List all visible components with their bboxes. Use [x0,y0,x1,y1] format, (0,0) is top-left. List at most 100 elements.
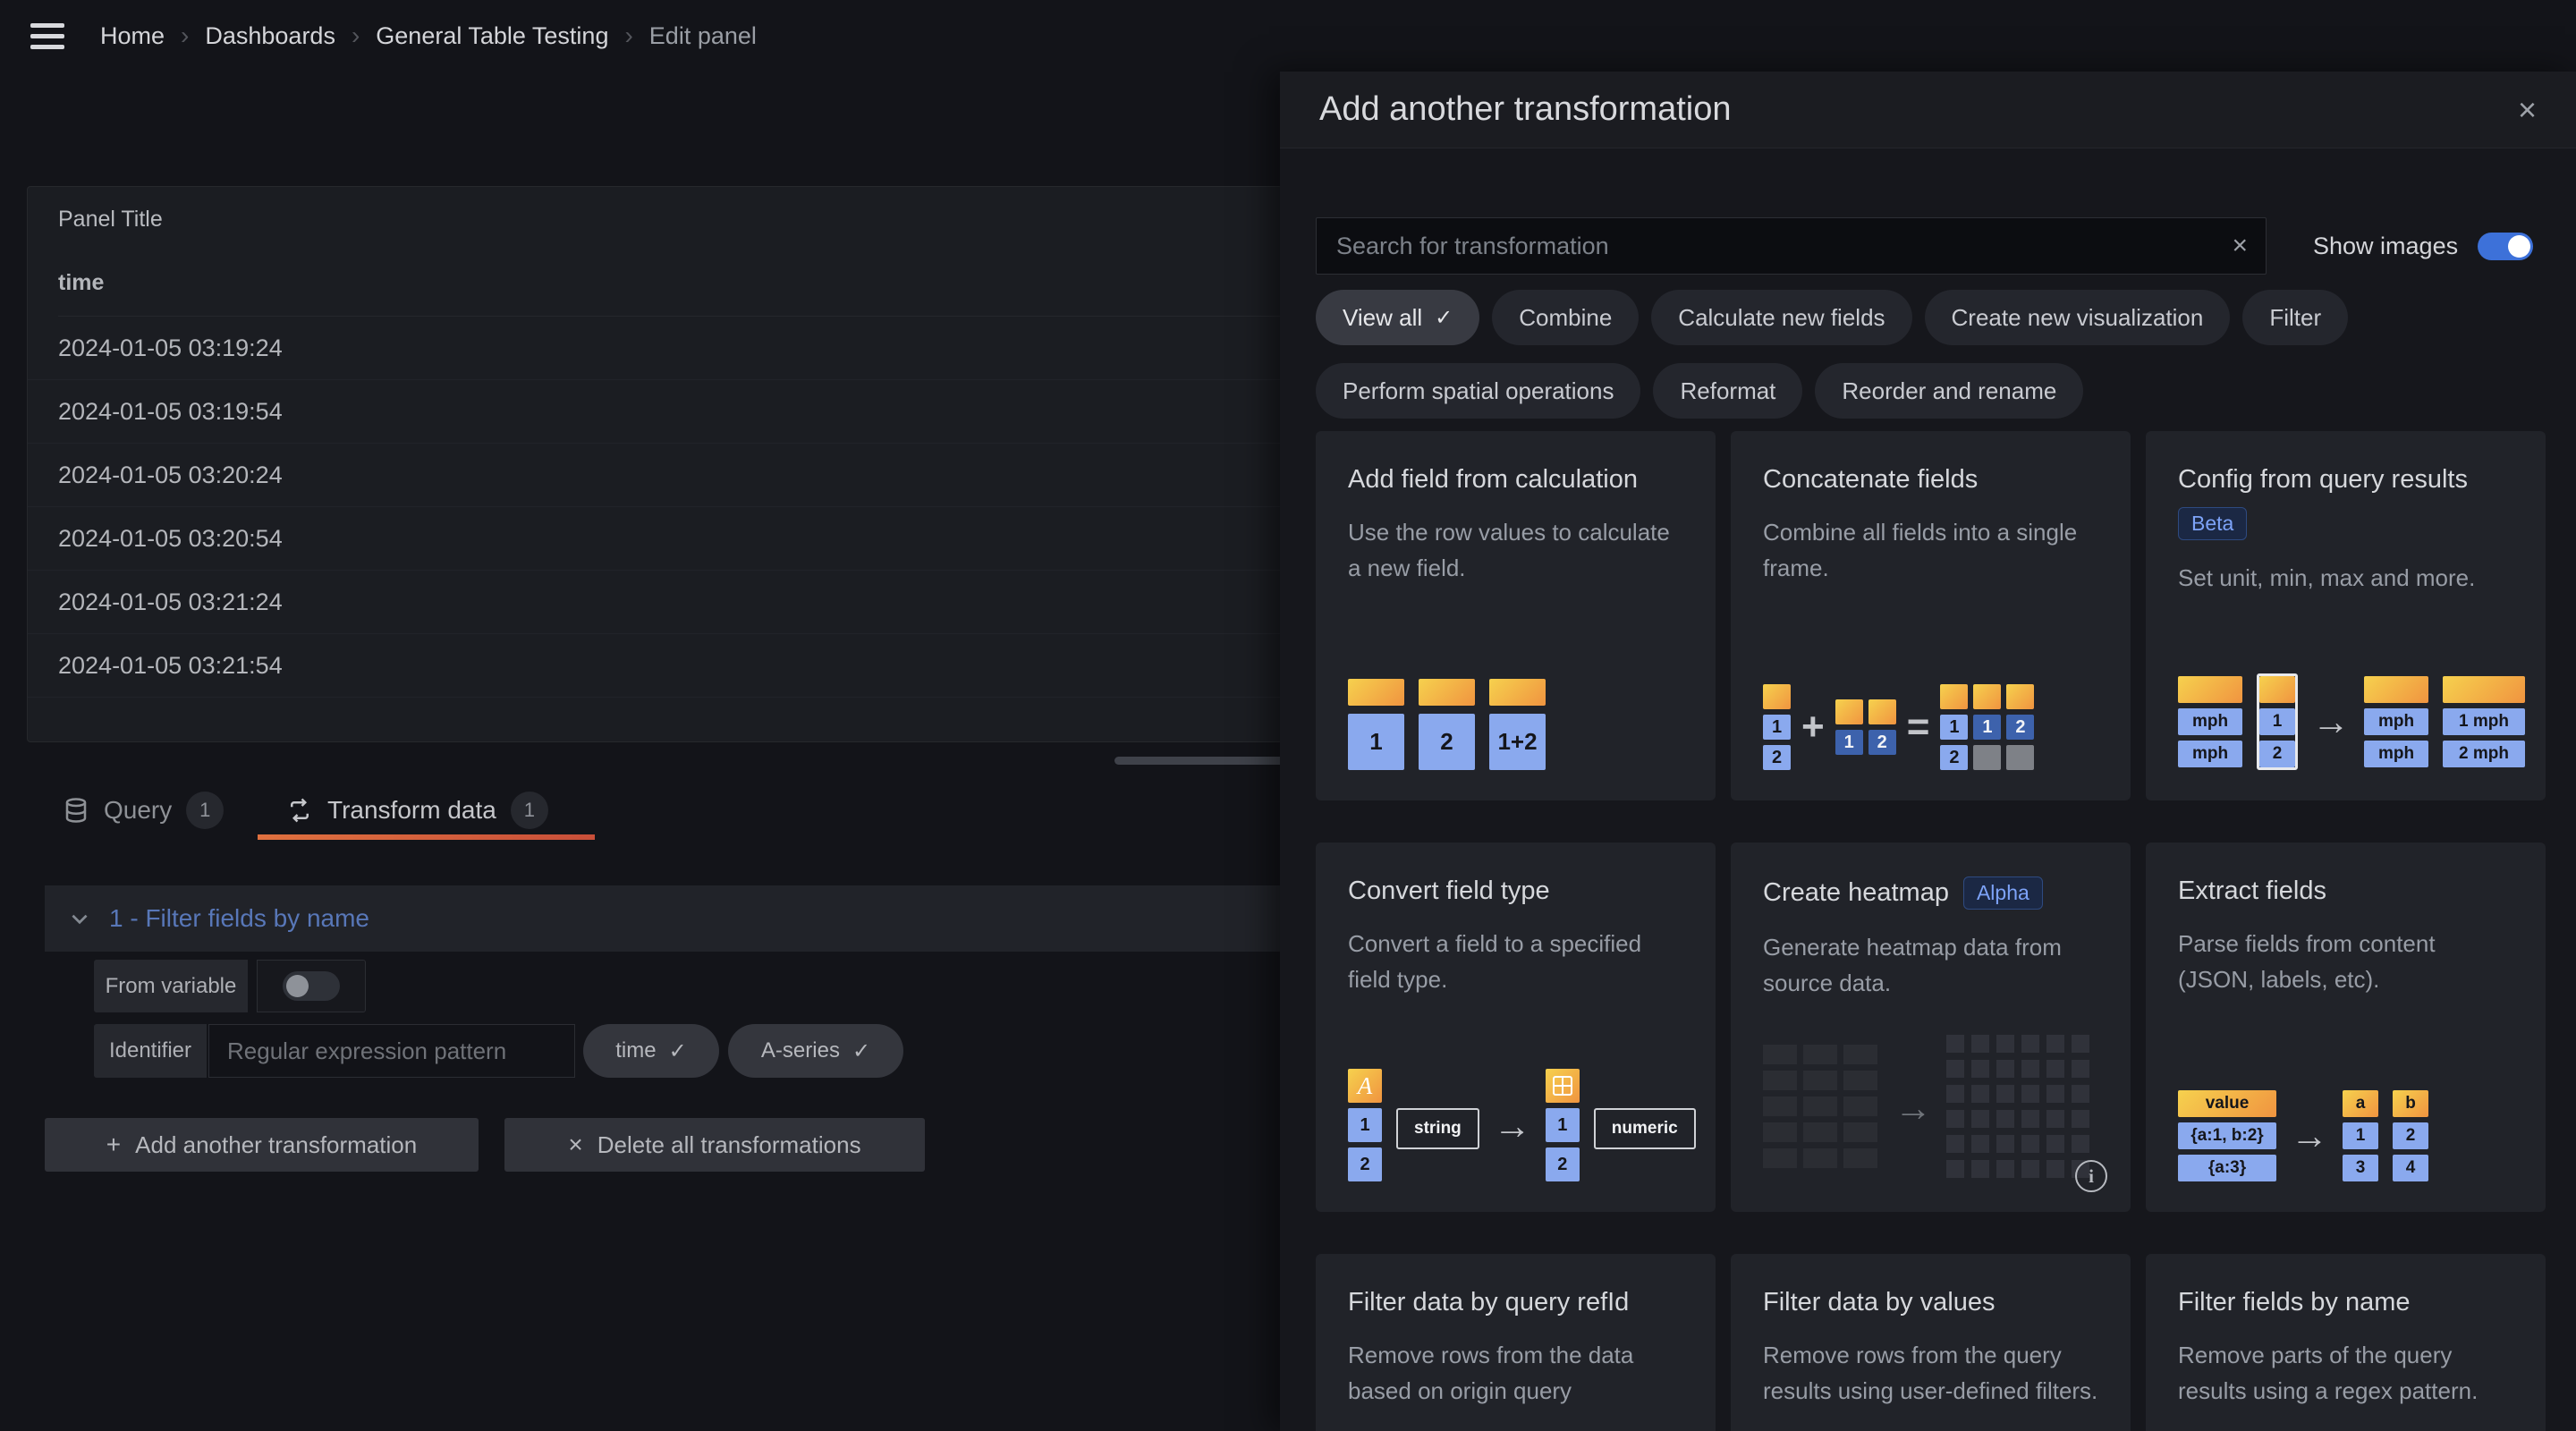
card-filter-data-by-query-refid[interactable]: Filter data by query refId Remove rows f… [1316,1254,1716,1431]
card-config-from-query-results[interactable]: Config from query results Beta Set unit,… [2146,431,2546,800]
toggle-off-icon [283,971,340,1001]
cell: 1 [1973,715,2001,740]
cell: 4 [2393,1155,2428,1181]
card-extract-fields[interactable]: Extract fields Parse fields from content… [2146,843,2546,1212]
show-images-label: Show images [2313,233,2458,260]
category-create-new-visualization[interactable]: Create new visualization [1925,290,2231,345]
breadcrumb-dashboards[interactable]: Dashboards [205,22,335,50]
show-images-toggle[interactable] [2478,233,2533,260]
check-icon: ✓ [1435,305,1453,331]
menu-icon[interactable] [30,14,73,57]
category-filter-row-2: Perform spatial operations Reformat Reor… [1316,363,2083,419]
cell: 2 [2006,715,2034,740]
breadcrumb: Home › Dashboards › General Table Testin… [100,21,757,50]
breadcrumb-dashboard-name[interactable]: General Table Testing [376,22,608,50]
beta-badge: Beta [2178,507,2247,540]
cell: 2 [1868,730,1896,755]
cell: 2 [1348,1147,1382,1181]
card-description: Remove parts of the query results using … [2178,1337,2513,1410]
category-combine[interactable]: Combine [1492,290,1639,345]
process-icon [286,797,313,824]
cell: 2 [1763,745,1791,770]
card-convert-field-type[interactable]: Convert field type Convert a field to a … [1316,843,1716,1212]
card-title: Concatenate fields [1763,465,2098,495]
field-pill-time[interactable]: time ✓ [583,1024,719,1078]
card-filter-data-by-values[interactable]: Filter data by values Remove rows from t… [1731,1254,2131,1431]
calculation-illustration: 1 2 1+2 [1348,679,1546,770]
cell: 2 [2393,1122,2428,1149]
panel-preview: Panel Title time 2024-01-05 03:19:24 202… [27,186,1283,742]
identifier-input[interactable] [208,1024,575,1078]
arrow-right-icon: → [1894,1087,1932,1130]
table-row: 2024-01-05 03:20:54 [28,507,1282,571]
cell: 2 [2259,741,2295,767]
category-label: View all [1343,304,1422,332]
card-create-heatmap[interactable]: Create heatmap Alpha Generate heatmap da… [1731,843,2131,1212]
top-bar: Home › Dashboards › General Table Testin… [0,0,2576,72]
category-reformat[interactable]: Reformat [1653,363,1802,419]
card-title: Config from query results [2178,465,2468,495]
arrow-right-icon: → [1494,1105,1531,1147]
highlighted-column: 1 2 [2257,673,2298,770]
cell: mph [2178,708,2242,735]
cell: mph [2364,741,2428,767]
table-row: 2024-01-05 03:21:54 [28,634,1282,698]
alpha-badge: Alpha [1963,876,2043,910]
active-tab-indicator [258,834,595,840]
card-description: Generate heatmap data from source data. [1763,929,2098,1002]
field-pill-label: time [615,1038,656,1063]
clear-search-icon[interactable]: × [2214,231,2266,261]
category-perform-spatial-operations[interactable]: Perform spatial operations [1316,363,1640,419]
cell: 1 [1763,715,1791,740]
table-row: 2024-01-05 03:19:24 [28,317,1282,380]
table-column-header: time [58,270,1282,317]
category-label: Perform spatial operations [1343,377,1614,405]
cell: mph [2178,741,2242,767]
delete-all-transformations-button[interactable]: × Delete all transformations [504,1118,925,1172]
field-pill-a-series[interactable]: A-series ✓ [728,1024,903,1078]
category-label: Create new visualization [1952,304,2204,332]
grafana-edit-panel-screen: Home › Dashboards › General Table Testin… [0,0,2576,1431]
to-type-label: numeric [1594,1108,1696,1149]
pane-resize-handle[interactable] [1114,757,1284,765]
chevron-right-icon: › [181,21,189,50]
card-concatenate-fields[interactable]: Concatenate fields Combine all fields in… [1731,431,2131,800]
category-label: Reorder and rename [1842,377,2056,405]
cell: 1 [1546,1108,1580,1142]
transformation-step-header[interactable]: 1 - Filter fields by name [45,885,1324,952]
add-transformation-button[interactable]: + Add another transformation [45,1118,479,1172]
info-icon[interactable]: i [2075,1160,2107,1192]
string-type-icon: A [1348,1069,1382,1103]
cell: 2 [1419,714,1475,770]
card-add-field-from-calculation[interactable]: Add field from calculation Use the row v… [1316,431,1716,800]
tab-query[interactable]: Query 1 [63,792,224,829]
card-title: Convert field type [1348,876,1683,906]
breadcrumb-home[interactable]: Home [100,22,165,50]
category-reorder-and-rename[interactable]: Reorder and rename [1815,363,2083,419]
card-description: Remove rows from the data based on origi… [1348,1337,1683,1410]
database-icon [63,797,89,824]
extract-illustration: value {a:1, b:2} {a:3} → a 1 3 b 2 4 [2178,1090,2428,1181]
cell: 1 [1348,714,1404,770]
card-description: Use the row values to calculate a new fi… [1348,514,1683,587]
delete-all-transformations-label: Delete all transformations [597,1131,861,1159]
card-title: Filter data by query refId [1348,1288,1683,1317]
card-title: Filter fields by name [2178,1288,2513,1317]
identifier-label: Identifier [94,1024,207,1078]
cell: 1 [1348,1108,1382,1142]
from-variable-toggle[interactable] [257,960,366,1012]
cell: 2 mph [2443,741,2525,767]
cell: mph [2364,708,2428,735]
tab-transform-data[interactable]: Transform data 1 [286,792,548,829]
category-filter[interactable]: Filter [2242,290,2348,345]
category-view-all[interactable]: View all ✓ [1316,290,1479,345]
table-row: 2024-01-05 03:21:24 [28,571,1282,634]
category-calculate-new-fields[interactable]: Calculate new fields [1651,290,1911,345]
table-row: 2024-01-05 03:20:24 [28,444,1282,507]
category-label: Calculate new fields [1678,304,1885,332]
search-input[interactable] [1317,218,2214,274]
transformation-search: × [1316,217,2267,275]
card-filter-fields-by-name[interactable]: Filter fields by name Remove parts of th… [2146,1254,2546,1431]
close-icon[interactable]: × [2518,94,2537,126]
show-images-control: Show images [2313,217,2533,275]
